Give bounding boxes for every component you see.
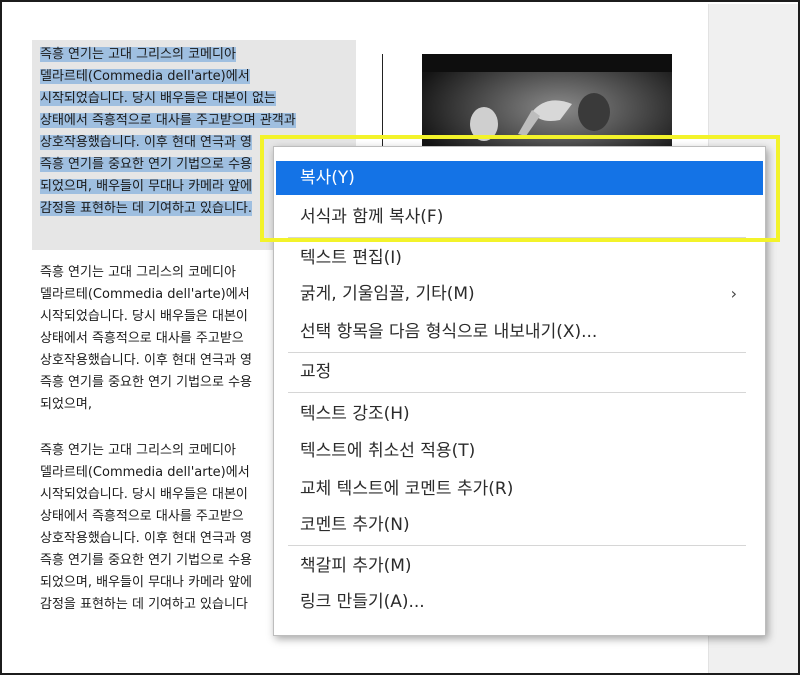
menu-item-label: 굵게, 기울임꼴, 기타(M) (300, 284, 475, 304)
menu-separator (288, 545, 746, 546)
menu-item-strikethrough[interactable]: 텍스트에 취소선 적용(T) (276, 434, 763, 468)
text-line[interactable]: 델라르테(Commedia dell'arte)에서 (40, 66, 356, 88)
menu-item-add-bookmark[interactable]: 책갈피 추가(M) (276, 549, 763, 583)
text-line[interactable]: 즉흥 연기는 고대 그리스의 코메디아 (40, 44, 356, 66)
menu-separator (288, 392, 746, 393)
menu-item-export-selection[interactable]: 선택 항목을 다음 형식으로 내보내기(X)... (276, 315, 763, 349)
menu-item-add-comment[interactable]: 코멘트 추가(N) (276, 508, 763, 542)
menu-item-create-link[interactable]: 링크 만들기(A)... (276, 585, 763, 619)
chevron-right-icon: › (730, 284, 737, 303)
menu-item-replace-text-comment[interactable]: 교체 텍스트에 코멘트 추가(R) (276, 472, 763, 506)
menu-item-highlight-text[interactable]: 텍스트 강조(H) (276, 397, 763, 431)
text-line[interactable]: 시작되었습니다. 당시 배우들은 대본이 없는 (40, 88, 356, 110)
menu-item-proofread[interactable]: 교정 (276, 355, 763, 389)
menu-separator (288, 352, 746, 353)
menu-item-formatting[interactable]: 굵게, 기울임꼴, 기타(M) › (276, 277, 763, 311)
text-line[interactable]: 상태에서 즉흥적으로 대사를 주고받으며 관객과 (40, 110, 356, 132)
menu-item-edit-text[interactable]: 텍스트 편집(I) (276, 241, 763, 275)
highlight-annotation-box (260, 135, 780, 242)
